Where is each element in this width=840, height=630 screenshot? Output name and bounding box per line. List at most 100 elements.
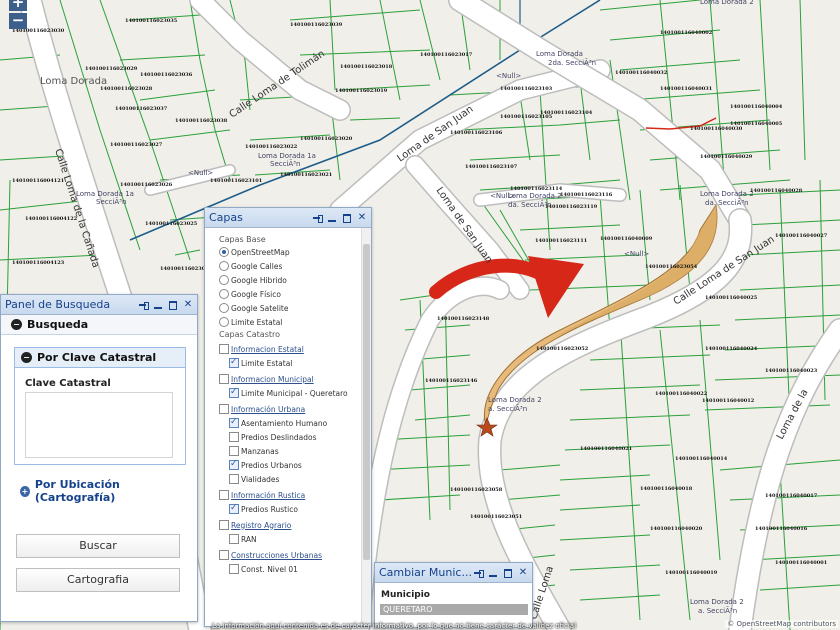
pin-icon[interactable] [473,568,484,578]
cambiar-municipio-title: Cambiar Munic... [379,566,472,579]
layer-predios-deslindados[interactable]: Predios Deslindados [219,430,361,444]
checkbox-checked-icon[interactable] [229,417,239,428]
radio-icon[interactable] [219,289,229,299]
null-label-b: <Null> [496,72,521,80]
parcel-id-label: 140100116023026 [120,182,173,188]
radio-selected-icon[interactable] [219,247,229,257]
layer-limite-municipal[interactable]: Limite Municipal - Queretaro [219,386,361,400]
collapse-icon[interactable]: − [21,352,32,363]
expand-icon[interactable]: + [20,485,30,497]
group-informacion-municipal[interactable]: Informacion Municipal [219,372,361,386]
group-informacion-rustica[interactable]: Información Rustica [219,488,361,502]
municipio-select[interactable]: QUERETARO [380,604,528,615]
capas-title-bar[interactable]: Capas ✕ [205,208,371,228]
parcel-id-label: 140100116040029 [700,154,753,160]
parcel-id-label: 140100116023107 [465,164,518,170]
pin-icon[interactable] [312,213,323,223]
base-layer-google-fisico[interactable]: Google Físico [219,287,361,301]
group-informacion-urbana[interactable]: Información Urbana [219,402,361,416]
panel-busqueda-title-bar[interactable]: Panel de Busqueda ✕ [1,295,197,315]
collapse-icon[interactable]: − [11,319,22,330]
layer-asentamiento-humano[interactable]: Asentamiento Humano [219,416,361,430]
area-loma-dorada-2-center: Loma Dorada 2 [488,396,542,404]
layer-predios-urbanos[interactable]: Predios Urbanos [219,458,361,472]
busqueda-section-header[interactable]: − Busqueda [1,315,197,335]
area-loma-dorada-1a-left: Loma Dorada 1a [76,190,134,198]
minimize-icon[interactable] [153,300,163,310]
clave-catastral-input[interactable] [25,392,173,458]
parcel-id-label: 140100116040019 [665,570,718,576]
parcel-id-label: 140100116040024 [705,346,758,352]
group-construcciones-urbanas[interactable]: Construcciones Urbanas [219,548,361,562]
capas-scroll-thumb[interactable] [363,244,370,560]
checkbox-icon[interactable] [219,344,229,354]
parcel-id-label: 140100116040017 [765,493,818,499]
cambiar-municipio-window: Cambiar Munic... ✕ Municipio QUERETARO [374,562,533,628]
parcel-id-label: 140100116023114 [510,186,563,192]
checkbox-checked-icon[interactable] [229,503,239,514]
close-icon[interactable]: ✕ [357,212,367,223]
map-attribution: © OpenStreetMap contributors [725,620,838,628]
layer-ran[interactable]: RAN [219,532,361,546]
parcel-id-label: 140100116023018 [340,64,393,70]
checkbox-icon[interactable] [219,550,229,560]
radio-icon[interactable] [219,317,229,327]
zoom-in-button[interactable]: + [9,0,27,11]
pin-icon[interactable] [138,300,149,310]
close-icon[interactable]: ✕ [183,299,193,310]
layer-vialidades[interactable]: Vialidades [219,472,361,486]
checkbox-icon[interactable] [219,404,229,414]
checkbox-checked-icon[interactable] [229,387,239,398]
parcel-id-label: 140100116040001 [775,560,827,566]
close-icon[interactable]: ✕ [518,567,528,578]
checkbox-icon[interactable] [219,520,229,530]
maximize-icon[interactable] [168,300,178,310]
maximize-icon[interactable] [342,213,352,223]
capas-scrollbar[interactable] [361,228,371,626]
buscar-button[interactable]: Buscar [16,534,180,558]
disclaimer-text: La información aquí contenida es de cará… [212,622,577,630]
capas-body: Capas Base OpenStreetMap Google Calles G… [205,228,361,626]
clave-catastral-header[interactable]: − Por Clave Catastral [15,348,185,368]
ubicacion-header[interactable]: + Por Ubicación (Cartografía) [14,478,186,504]
parcel-id-label: 140100116023017 [420,52,473,58]
checkbox-icon[interactable] [219,490,229,500]
parcel-id-label: 140100116040014 [675,456,728,462]
zoom-out-button[interactable]: − [9,13,27,29]
maximize-icon[interactable] [503,568,513,578]
base-layer-google-calles[interactable]: Google Calles [219,259,361,273]
parcel-id-label: 140100116023025 [145,221,198,227]
parcel-id-label: 140100116023020 [300,136,353,142]
layer-limite-estatal[interactable]: Limite Estatal [219,356,361,370]
checkbox-icon[interactable] [229,564,239,574]
parcel-id-label: 140100116023039 [290,22,343,28]
checkbox-icon[interactable] [229,446,239,456]
layer-const-nivel-01[interactable]: Const. Nivel 01 [219,562,361,576]
null-label-c: <Null> [490,192,515,200]
checkbox-checked-icon[interactable] [229,459,239,470]
area-loma-dorada: Loma Dorada [40,76,107,87]
parcel-id-label: 140100116040025 [705,295,758,301]
clave-catastral-panel: − Por Clave Catastral Clave Catastral [14,347,186,465]
radio-icon[interactable] [219,275,229,285]
checkbox-checked-icon[interactable] [229,357,239,368]
cartografia-button[interactable]: Cartografia [16,568,180,592]
base-layer-openstreetmap[interactable]: OpenStreetMap [219,245,361,259]
layer-manzanas[interactable]: Manzanas [219,444,361,458]
minimize-icon[interactable] [327,213,337,223]
group-informacion-estatal[interactable]: Informacion Estatal [219,342,361,356]
checkbox-icon[interactable] [229,474,239,484]
radio-icon[interactable] [219,303,229,313]
layer-predios-rustico[interactable]: Predios Rustico [219,502,361,516]
group-registro-agrario[interactable]: Registro Agrario [219,518,361,532]
base-layer-google-satelite[interactable]: Google Satelite [219,301,361,315]
checkbox-icon[interactable] [229,432,239,442]
minimize-icon[interactable] [488,568,498,578]
base-layer-limite-estatal[interactable]: Limite Estatal [219,315,361,329]
cambiar-municipio-title-bar[interactable]: Cambiar Munic... ✕ [375,563,532,583]
parcel-id-label: 140100116023021 [280,172,332,178]
base-layer-google-hibrido[interactable]: Google Hibrido [219,273,361,287]
radio-icon[interactable] [219,261,229,271]
checkbox-icon[interactable] [219,374,229,384]
checkbox-icon[interactable] [229,534,239,544]
